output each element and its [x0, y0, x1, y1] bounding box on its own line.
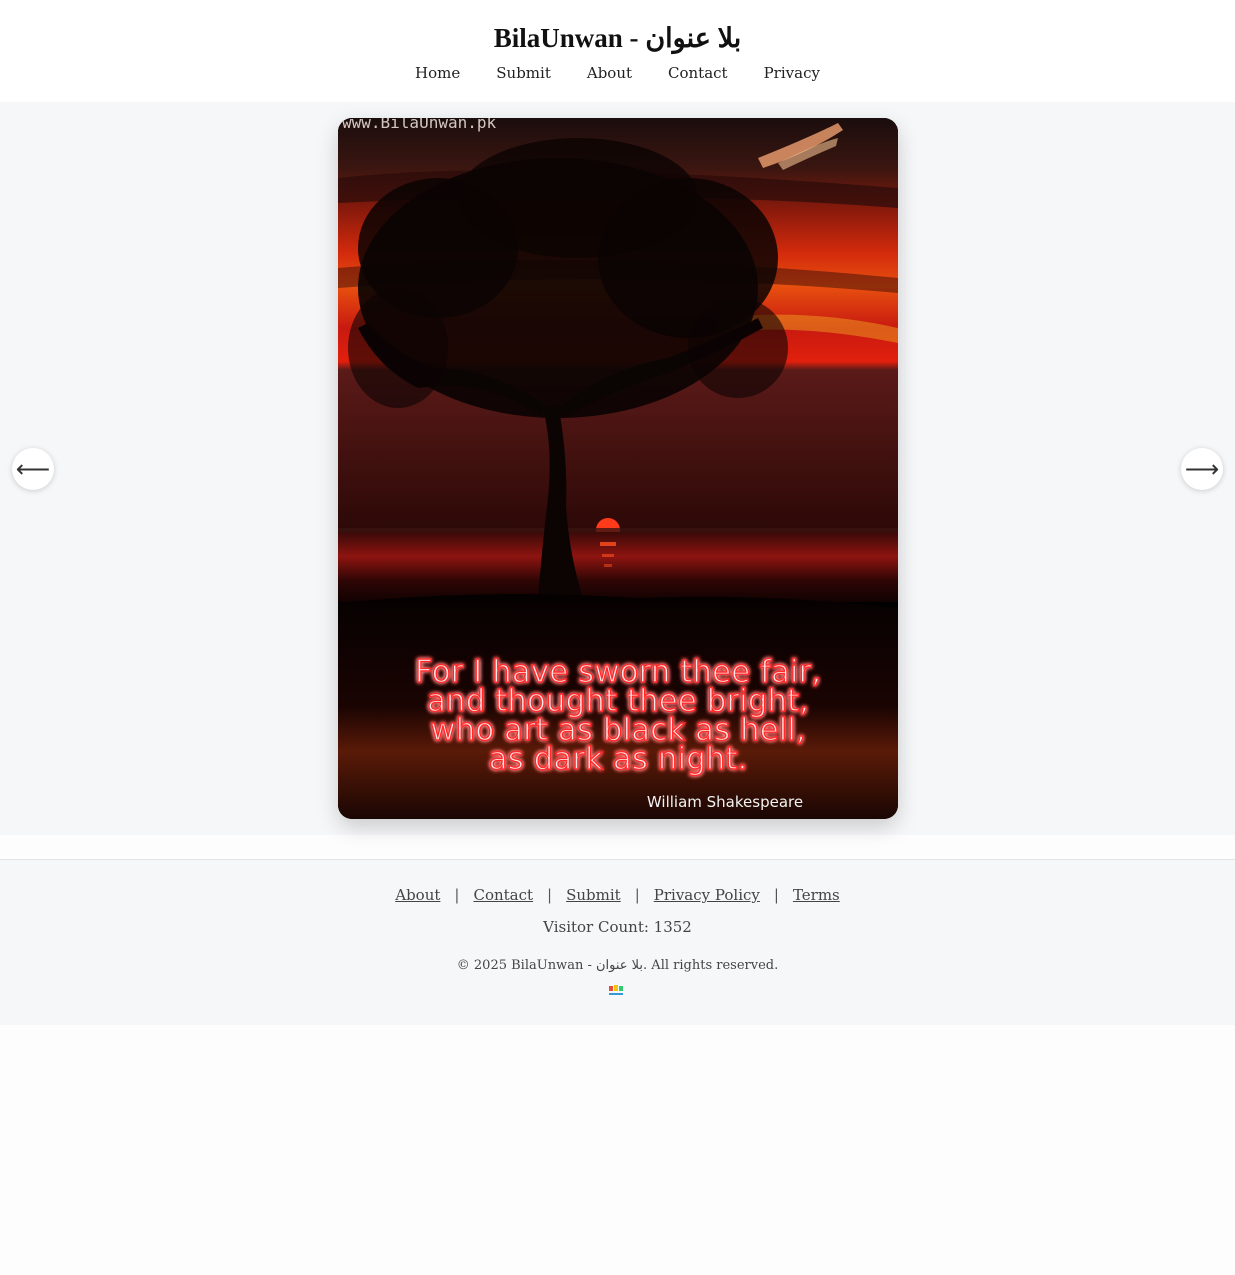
footer-links: About | Contact | Submit | Privacy Polic… [0, 886, 1235, 904]
site-footer: About | Contact | Submit | Privacy Polic… [0, 859, 1235, 1025]
footer-link-terms[interactable]: Terms [793, 886, 840, 904]
nav-about[interactable]: About [587, 62, 632, 84]
nav-home[interactable]: Home [415, 62, 460, 84]
arrow-right-icon: ⟶ [1184, 455, 1220, 483]
main-nav: Home Submit About Contact Privacy [0, 62, 1235, 84]
quote-image: www.BilaUnwan.pk For I have sworn thee f… [338, 118, 898, 819]
copyright-text: © 2025 BilaUnwan - بلا عنوان. All rights… [456, 958, 779, 973]
quote-author: William Shakespeare [647, 793, 803, 811]
nav-contact[interactable]: Contact [668, 62, 728, 84]
watermark-text: www.BilaUnwan.pk [342, 118, 496, 132]
footer-link-submit[interactable]: Submit [566, 886, 621, 904]
footer-separator: | [547, 886, 553, 904]
footer-link-privacy-policy[interactable]: Privacy Policy [654, 886, 760, 904]
quote-line-4: as dark as night. [489, 741, 748, 777]
footer-separator: | [454, 886, 460, 904]
footer-separator: | [773, 886, 779, 904]
site-badge-icon [609, 985, 623, 995]
nav-privacy[interactable]: Privacy [764, 62, 820, 84]
prev-arrow-button[interactable]: ⟵ [12, 448, 54, 490]
site-header: BilaUnwan - بلا عنوان Home Submit About … [0, 0, 1235, 102]
carousel-stage: ⟵ www.BilaUnwan.pk For I have sworn thee… [0, 102, 1235, 835]
visitor-count: Visitor Count: 1352 [543, 918, 692, 936]
footer-link-about[interactable]: About [395, 886, 440, 904]
footer-link-contact[interactable]: Contact [473, 886, 533, 904]
arrow-left-icon: ⟵ [15, 455, 51, 483]
water-area [338, 532, 898, 602]
site-title[interactable]: BilaUnwan - بلا عنوان [0, 20, 1235, 56]
footer-separator: | [634, 886, 640, 904]
next-arrow-button[interactable]: ⟶ [1181, 448, 1223, 490]
quote-image-card[interactable]: www.BilaUnwan.pk For I have sworn thee f… [338, 118, 898, 819]
nav-submit[interactable]: Submit [496, 62, 551, 84]
